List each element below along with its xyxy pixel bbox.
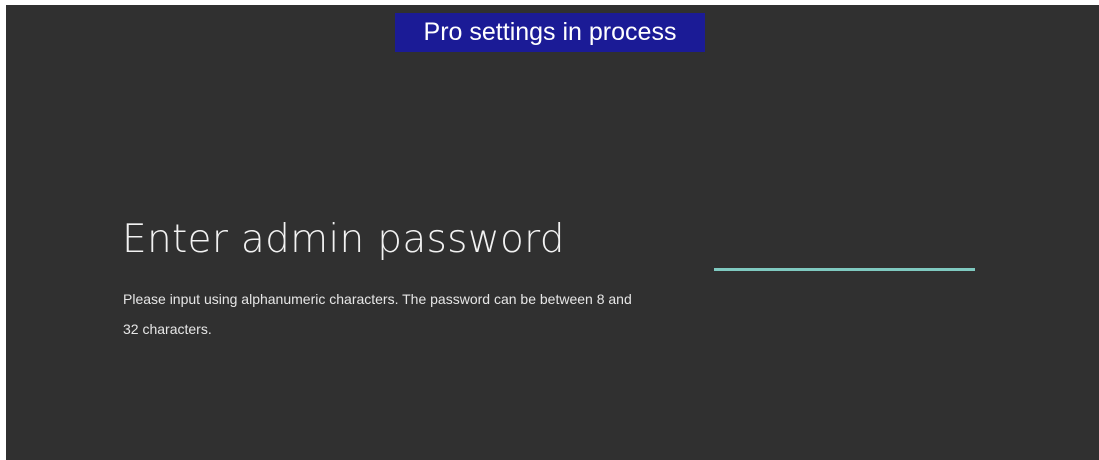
status-banner: Pro settings in process <box>395 13 705 52</box>
page-title: Enter admin password <box>122 217 565 262</box>
password-instructions: Please input using alphanumeric characte… <box>123 291 632 337</box>
admin-password-input[interactable] <box>714 235 975 271</box>
tv-screen: Pro settings in process Enter admin pass… <box>6 5 1099 460</box>
